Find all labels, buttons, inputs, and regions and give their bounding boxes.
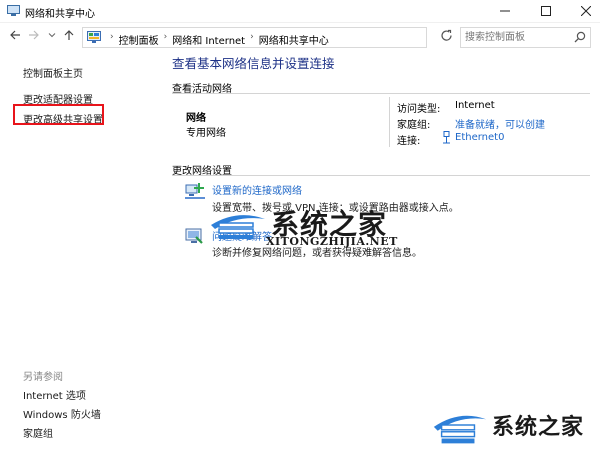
arrow-left-icon (10, 30, 20, 40)
arrow-up-icon (64, 30, 74, 40)
search-input[interactable] (461, 28, 571, 47)
sidebar-item-control-panel-home[interactable]: 控制面板主页 (23, 65, 83, 80)
see-also-heading: 另请参阅 (23, 372, 63, 383)
search-box[interactable] (460, 27, 591, 48)
new-connection-icon (185, 183, 205, 199)
access-type-value: Internet (455, 100, 495, 111)
recent-locations-button[interactable] (45, 29, 59, 45)
page-title: 查看基本网络信息并设置连接 (172, 56, 335, 71)
chevron-down-icon (48, 33, 56, 38)
homegroup-link[interactable]: 准备就绪，可以创建 (455, 116, 545, 131)
minimize-button[interactable] (489, 0, 521, 22)
control-panel-icon (87, 31, 101, 43)
watermark-logo-icon (211, 215, 265, 239)
sidebar-item-internet-options[interactable]: Internet 选项 (23, 387, 86, 402)
minimize-icon (500, 10, 510, 12)
breadcrumb-network-internet[interactable]: 网络和 Internet (172, 32, 245, 47)
breadcrumb-control-panel[interactable]: 控制面板 (119, 32, 159, 47)
watermark-logo-icon (433, 415, 487, 444)
ethernet-connection-link[interactable]: Ethernet0 (455, 132, 504, 143)
breadcrumb: › 控制面板 › 网络和 Internet › 网络和共享中心 (105, 32, 329, 47)
watermark-corner: 系统之家 (430, 405, 584, 445)
sidebar-item-homegroup[interactable]: 家庭组 (23, 425, 53, 440)
homegroup-label: 家庭组: (397, 120, 431, 131)
forward-button[interactable] (27, 29, 41, 45)
maximize-icon (541, 6, 551, 16)
ethernet-icon (443, 131, 450, 144)
title-bar: 网络和共享中心 (0, 0, 600, 23)
address-bar[interactable]: › 控制面板 › 网络和 Internet › 网络和共享中心 (82, 27, 499, 48)
troubleshoot-icon (185, 228, 203, 244)
maximize-button[interactable] (530, 0, 562, 22)
network-name: 网络 (186, 113, 206, 124)
vertical-divider (389, 97, 390, 147)
window-title: 网络和共享中心 (25, 9, 95, 20)
watermark-url: XITONGZHIJIA.NET (266, 235, 398, 248)
breadcrumb-network-sharing-center[interactable]: 网络和共享中心 (259, 32, 329, 47)
divider (172, 175, 590, 176)
refresh-button[interactable] (438, 29, 454, 45)
setup-new-connection-link[interactable]: 设置新的连接或网络 (212, 182, 302, 197)
watermark-text: 系统之家 (492, 414, 585, 440)
navigation-bar: › 控制面板 › 网络和 Internet › 网络和共享中心 (0, 24, 600, 50)
breadcrumb-separator[interactable]: › (250, 32, 254, 47)
arrow-right-icon (29, 30, 39, 40)
refresh-icon (440, 29, 452, 41)
connection-label: 连接: (397, 136, 421, 147)
up-button[interactable] (62, 29, 76, 45)
close-button[interactable] (570, 0, 600, 22)
breadcrumb-separator[interactable]: › (164, 32, 168, 47)
breadcrumb-separator: › (110, 32, 114, 42)
divider (172, 93, 590, 94)
back-button[interactable] (8, 29, 22, 45)
network-center-icon (7, 5, 20, 16)
close-icon (581, 6, 591, 16)
highlight-annotation-box (13, 104, 104, 125)
search-icon (574, 31, 586, 43)
access-type-label: 访问类型: (397, 104, 441, 115)
network-type: 专用网络 (186, 128, 226, 139)
sidebar-item-windows-firewall[interactable]: Windows 防火墙 (23, 406, 101, 421)
